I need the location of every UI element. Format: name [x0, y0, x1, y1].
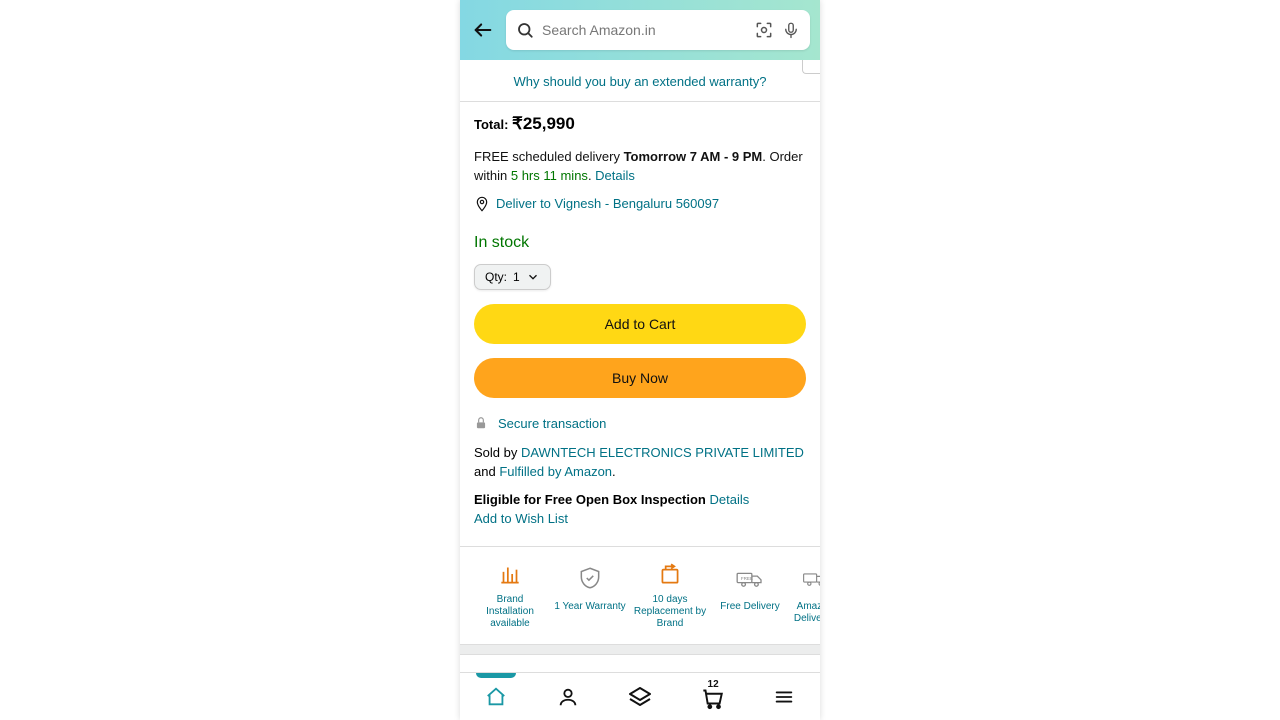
- feature-warranty[interactable]: 1 Year Warranty: [550, 561, 630, 630]
- add-to-cart-button[interactable]: Add to Cart: [474, 304, 806, 344]
- secure-transaction-label: Secure transaction: [498, 416, 606, 431]
- next-section-peek: [460, 654, 820, 672]
- truck-icon: [798, 561, 820, 595]
- menu-icon: [773, 686, 795, 708]
- quantity-selector[interactable]: Qty: 1: [474, 264, 551, 290]
- stock-status: In stock: [474, 234, 806, 252]
- back-button[interactable]: [470, 17, 496, 43]
- delivery-window: Tomorrow 7 AM - 9 PM: [624, 149, 763, 164]
- layers-icon: [628, 685, 652, 709]
- seller-link[interactable]: DAWNTECH ELECTRONICS PRIVATE LIMITED: [521, 445, 804, 460]
- sold-prefix: Sold by: [474, 445, 521, 460]
- warranty-link-text: Why should you buy an extended warranty?: [514, 74, 767, 89]
- warranty-link[interactable]: Why should you buy an extended warranty?: [460, 60, 820, 102]
- delivery-countdown: 5 hrs 11 mins: [511, 168, 588, 183]
- nav-home[interactable]: [476, 677, 516, 717]
- location-icon: [474, 196, 490, 212]
- nav-menu[interactable]: [764, 677, 804, 717]
- delivery-prefix: FREE scheduled delivery: [474, 149, 624, 164]
- truck-icon: FREE: [733, 561, 767, 595]
- tools-icon: [493, 561, 527, 588]
- app-header: [460, 0, 820, 60]
- sold-and: and: [474, 464, 499, 479]
- feature-label: 10 days Replacement by Brand: [630, 594, 710, 630]
- feature-label: Brand Installation available: [470, 594, 550, 630]
- qty-label: Qty:: [485, 270, 507, 284]
- sold-by-line: Sold by DAWNTECH ELECTRONICS PRIVATE LIM…: [474, 443, 806, 482]
- lens-icon[interactable]: [754, 20, 774, 40]
- total-price: ₹25,990: [512, 114, 575, 133]
- active-indicator: [476, 673, 516, 678]
- feature-free-delivery[interactable]: FREE Free Delivery: [710, 561, 790, 630]
- total-label: Total:: [474, 117, 512, 132]
- eligible-text: Eligible for Free Open Box Inspection: [474, 492, 709, 507]
- shield-icon: [573, 561, 607, 595]
- partial-checkbox: [802, 60, 820, 74]
- feature-label: Free Delivery: [718, 601, 781, 613]
- feature-label: Amazon Delivered: [790, 601, 820, 625]
- return-box-icon: [653, 561, 687, 588]
- arrow-left-icon: [472, 19, 494, 41]
- svg-text:FREE: FREE: [741, 576, 753, 581]
- divider-band: [460, 645, 820, 654]
- cart-count: 12: [708, 679, 719, 690]
- sold-period: .: [612, 464, 616, 479]
- eligible-details-link[interactable]: Details: [709, 492, 749, 507]
- fulfilled-link[interactable]: Fulfilled by Amazon: [499, 464, 612, 479]
- search-icon: [516, 21, 534, 39]
- user-icon: [557, 686, 579, 708]
- feature-amazon-delivered[interactable]: Amazon Delivered: [790, 561, 820, 630]
- add-to-wishlist-link[interactable]: Add to Wish List: [474, 511, 806, 526]
- buy-now-button[interactable]: Buy Now: [474, 358, 806, 398]
- delivery-info: FREE scheduled delivery Tomorrow 7 AM - …: [474, 148, 806, 186]
- secure-transaction[interactable]: Secure transaction: [474, 416, 806, 431]
- feature-replacement[interactable]: 10 days Replacement by Brand: [630, 561, 710, 630]
- deliver-to-text: Deliver to Vignesh - Bengaluru 560097: [496, 196, 719, 211]
- nav-account[interactable]: [548, 677, 588, 717]
- bottom-nav: 12: [460, 672, 820, 720]
- nav-browse[interactable]: [620, 677, 660, 717]
- qty-value: 1: [513, 270, 520, 284]
- eligible-line: Eligible for Free Open Box Inspection De…: [474, 492, 806, 507]
- features-row[interactable]: Brand Installation available 1 Year Warr…: [460, 546, 820, 645]
- mic-icon[interactable]: [782, 21, 800, 39]
- total-line: Total: ₹25,990: [474, 114, 806, 134]
- home-icon: [485, 686, 507, 708]
- search-input[interactable]: [542, 22, 746, 38]
- feature-label: 1 Year Warranty: [552, 601, 627, 613]
- lock-icon: [474, 416, 488, 430]
- deliver-to[interactable]: Deliver to Vignesh - Bengaluru 560097: [474, 196, 806, 212]
- chevron-down-icon: [526, 270, 540, 284]
- feature-installation[interactable]: Brand Installation available: [470, 561, 550, 630]
- search-bar[interactable]: [506, 10, 810, 50]
- nav-cart[interactable]: 12: [692, 677, 732, 717]
- delivery-details-link[interactable]: Details: [595, 168, 635, 183]
